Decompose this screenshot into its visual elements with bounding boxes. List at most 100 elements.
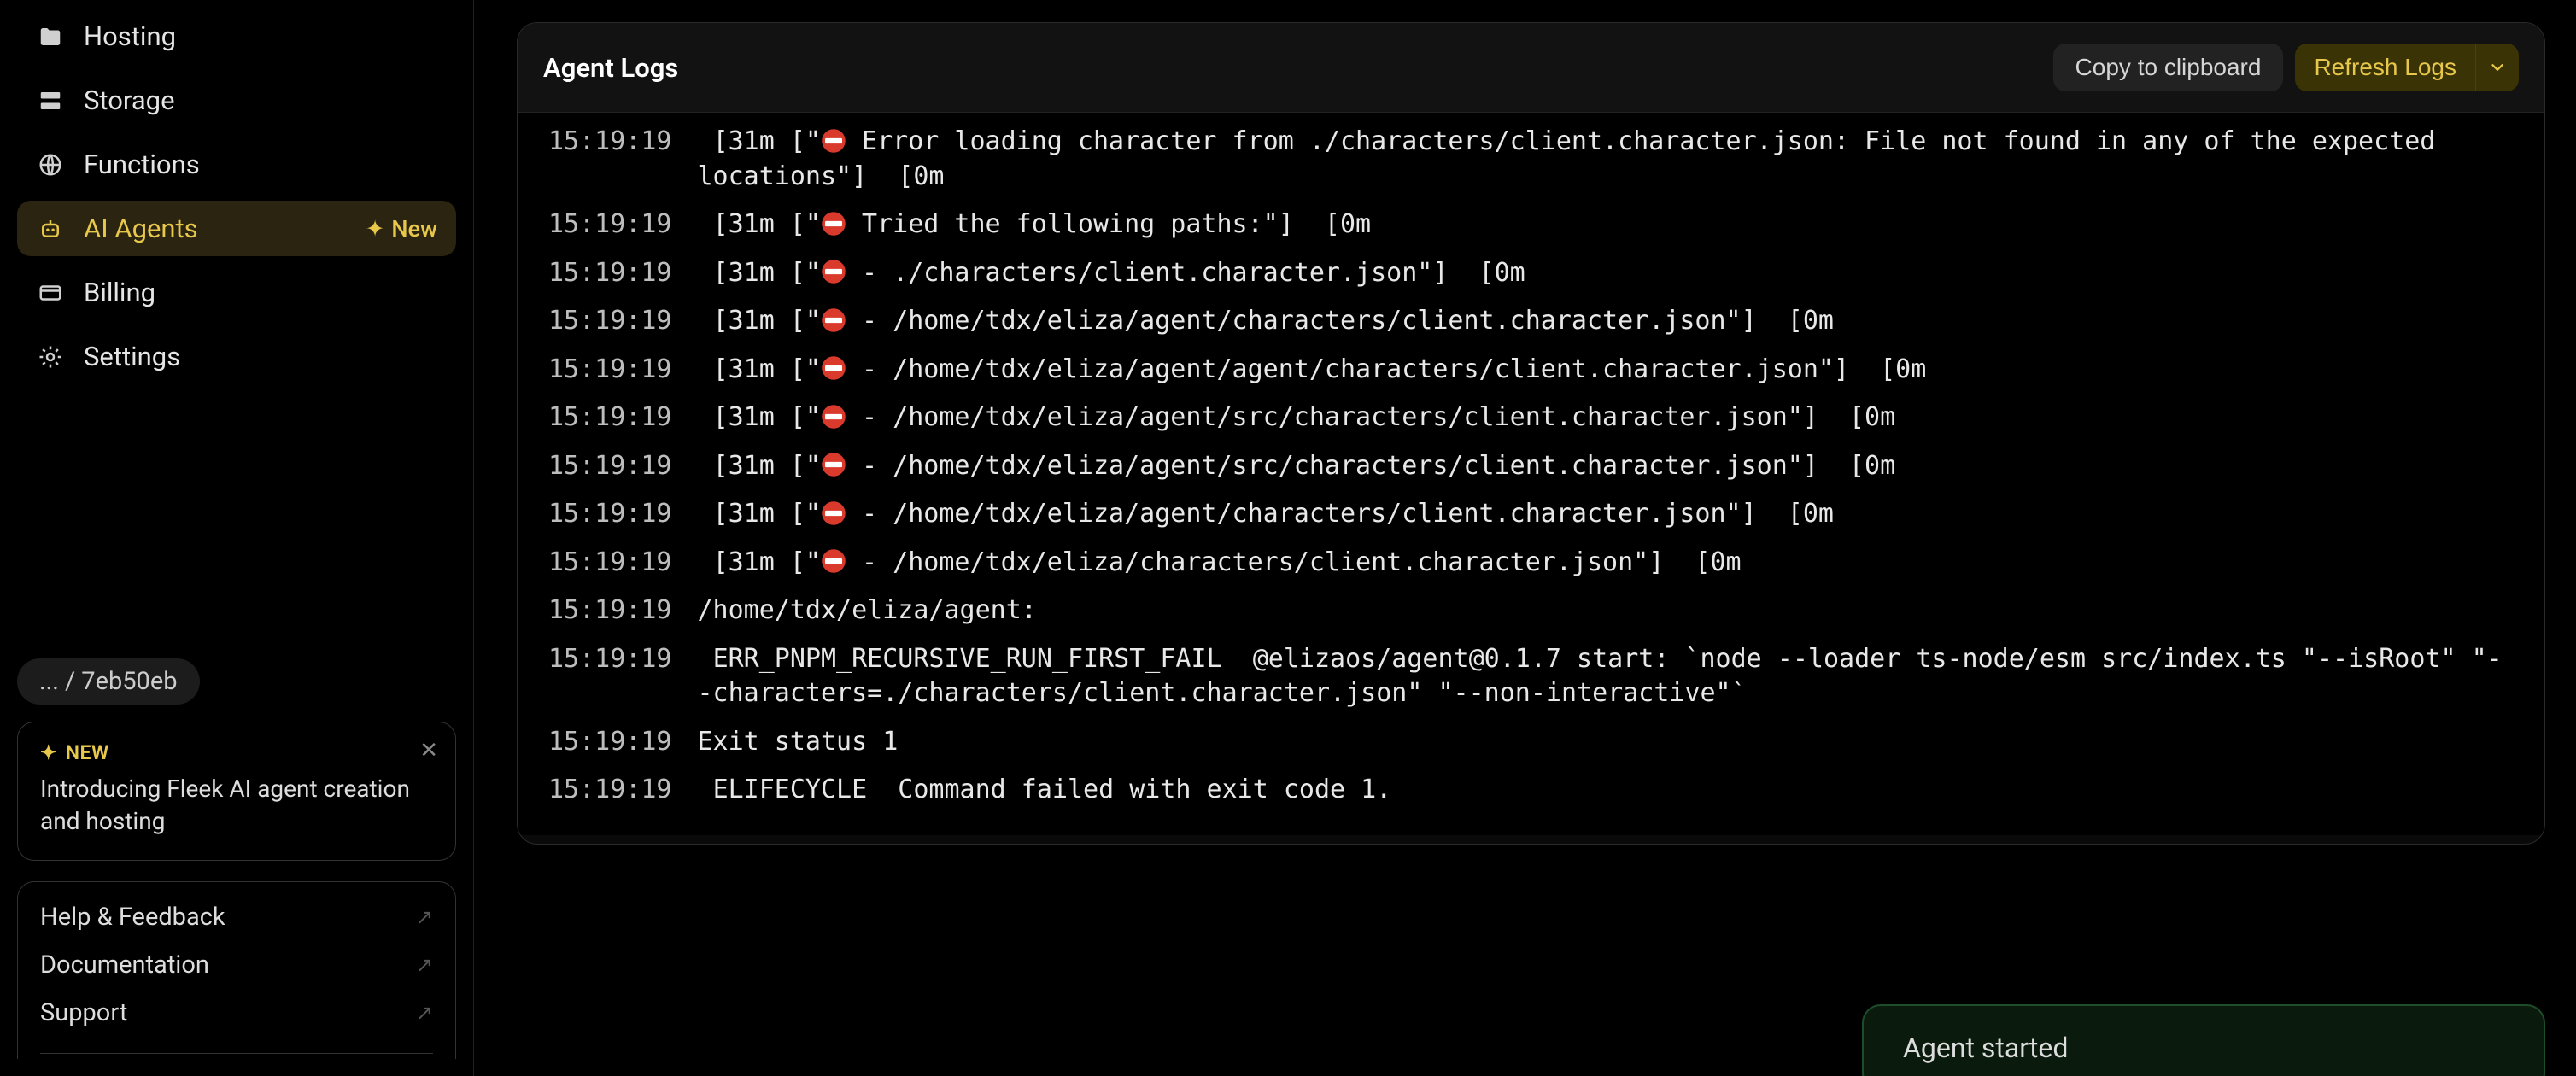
log-message-before: ELIFECYCLE Command failed with exit code… [698, 775, 1392, 804]
log-timestamp: 15:19:19 [548, 725, 672, 760]
sidebar-nav: Hosting Storage Functions AI Agents ✦New Bill… [17, 9, 456, 384]
copy-to-clipboard-button[interactable]: Copy to clipboard [2053, 44, 2284, 91]
log-message-before: [31m [" [698, 306, 822, 336]
refresh-logs-split-button: Refresh Logs [2295, 44, 2519, 91]
log-row: 15:19:19 [31m [" Error loading character… [518, 118, 2544, 201]
log-timestamp: 15:19:19 [548, 208, 672, 243]
log-timestamp: 15:19:19 [548, 497, 672, 532]
footer-link-support[interactable]: Support↗ [40, 998, 433, 1027]
log-timestamp: 15:19:19 [548, 594, 672, 629]
sidebar-item-functions[interactable]: Functions [17, 137, 456, 192]
sparkle-icon: ✦ [40, 741, 57, 764]
log-row: 15:19:19 [31m [" - /home/tdx/eliza/agent… [518, 297, 2544, 346]
promo-badge: ✦ NEW [40, 741, 433, 764]
close-icon[interactable]: ✕ [419, 738, 438, 763]
sidebar-item-ai-agents[interactable]: AI Agents ✦New [17, 201, 456, 256]
external-link-icon: ↗ [416, 905, 433, 929]
log-timestamp: 15:19:19 [548, 642, 672, 677]
sidebar-item-storage[interactable]: Storage [17, 73, 456, 128]
no-entry-icon [821, 355, 846, 381]
sidebar-item-hosting[interactable]: Hosting [17, 9, 456, 64]
agent-logs-panel: Agent Logs Copy to clipboard Refresh Log… [517, 22, 2545, 845]
external-link-icon: ↗ [416, 953, 433, 977]
log-row: 15:19:19 [31m [" - /home/tdx/eliza/agent… [518, 442, 2544, 491]
log-message-before: [31m [" [698, 258, 822, 288]
log-row: 15:19:19 [31m [" - /home/tdx/eliza/agent… [518, 490, 2544, 539]
toast-title: Agent started [1903, 1032, 2504, 1064]
sidebar-item-billing[interactable]: Billing [17, 265, 456, 320]
footer-link-label: Support [40, 998, 127, 1027]
log-message-after: - /home/tdx/eliza/agent/characters/clien… [846, 499, 1834, 529]
log-message-before: Exit status 1 [698, 727, 899, 757]
sidebar-item-label: Storage [84, 85, 175, 116]
panel-title: Agent Logs [543, 52, 678, 84]
footer-link-label: Help & Feedback [40, 903, 225, 932]
divider [40, 1053, 433, 1054]
promo-text: Introducing Fleek AI agent creation and … [40, 773, 433, 838]
log-message-after: - ./characters/client.character.json"] [… [846, 258, 1525, 288]
footer-link-label: Documentation [40, 950, 209, 980]
footer-link-docs[interactable]: Documentation ↗ [40, 950, 433, 980]
no-entry-icon [821, 500, 846, 526]
no-entry-icon [821, 404, 846, 430]
no-entry-icon [821, 452, 846, 477]
log-message-after: - /home/tdx/eliza/agent/src/characters/c… [846, 402, 1895, 432]
badge-text: New [391, 215, 437, 243]
storage-icon [36, 86, 65, 115]
log-row: 15:19:19 ERR_PNPM_RECURSIVE_RUN_FIRST_FA… [518, 635, 2544, 718]
log-message-after: - /home/tdx/eliza/agent/characters/clien… [846, 306, 1834, 336]
sidebar-item-settings[interactable]: Settings [17, 329, 456, 384]
log-row: 15:19:19/home/tdx/eliza/agent: [518, 587, 2544, 635]
log-message-before: ERR_PNPM_RECURSIVE_RUN_FIRST_FAIL @eliza… [698, 644, 2503, 709]
sidebar-item-label: Billing [84, 277, 155, 308]
log-timestamp: 15:19:19 [548, 125, 672, 160]
no-entry-icon [821, 259, 846, 284]
sidebar-item-label: Functions [84, 149, 200, 180]
log-row: 15:19:19 ELIFECYCLE Command failed with … [518, 766, 2544, 815]
folder-icon [36, 22, 65, 51]
no-entry-icon [821, 548, 846, 574]
log-message-after: - /home/tdx/eliza/agent/src/characters/c… [846, 451, 1895, 481]
sidebar-footer: Help & Feedback ↗ Documentation ↗ Support↗ [17, 881, 456, 1059]
log-message-after: - /home/tdx/eliza/characters/client.char… [846, 547, 1742, 577]
breadcrumb[interactable]: ... / 7eb50eb [17, 658, 200, 705]
footer-link-help[interactable]: Help & Feedback ↗ [40, 903, 433, 932]
log-message-before: [31m [" [698, 126, 822, 156]
sidebar: HostingStorageFunctionsAI Agents✦NewBill… [0, 0, 474, 1076]
log-timestamp: 15:19:19 [548, 256, 672, 291]
log-timestamp: 15:19:19 [548, 401, 672, 436]
log-timestamp: 15:19:19 [548, 304, 672, 339]
log-message: [31m [" - /home/tdx/eliza/agent/characte… [698, 497, 1834, 532]
log-row: 15:19:19 [31m [" Tried the following pat… [518, 201, 2544, 249]
log-message-before: [31m [" [698, 402, 822, 432]
log-body: 15:19:19 [31m [" Error loading character… [518, 113, 2544, 835]
log-message-before: [31m [" [698, 354, 822, 384]
log-timestamp: 15:19:19 [548, 353, 672, 388]
main: Agent Logs Copy to clipboard Refresh Log… [474, 0, 2576, 1076]
log-message: [31m [" - ./characters/client.character.… [698, 256, 1525, 291]
no-entry-icon [821, 307, 846, 333]
log-message-before: [31m [" [698, 451, 822, 481]
log-timestamp: 15:19:19 [548, 773, 672, 808]
log-message: [31m [" - /home/tdx/eliza/characters/cli… [698, 546, 1742, 581]
sidebar-item-label: AI Agents [84, 213, 198, 244]
log-message-after: Tried the following paths:"] [0m [846, 209, 1371, 239]
log-message: [31m [" - /home/tdx/eliza/agent/characte… [698, 304, 1834, 339]
log-row: 15:19:19 [31m [" - ./characters/client.c… [518, 249, 2544, 298]
panel-actions: Copy to clipboard Refresh Logs [2053, 44, 2519, 91]
log-row: 15:19:19 [31m [" - /home/tdx/eliza/chara… [518, 539, 2544, 588]
log-message: ERR_PNPM_RECURSIVE_RUN_FIRST_FAIL @eliza… [698, 642, 2515, 711]
sidebar-item-label: Hosting [84, 20, 176, 52]
promo-badge-text: NEW [66, 741, 109, 764]
sparkle-icon: ✦ [366, 215, 385, 243]
log-message-after: Error loading character from ./character… [698, 126, 2451, 191]
log-message-before: /home/tdx/eliza/agent: [698, 595, 1052, 625]
log-row: 15:19:19 [31m [" - /home/tdx/eliza/agent… [518, 346, 2544, 395]
log-message: /home/tdx/eliza/agent: [698, 594, 1052, 629]
log-message: ELIFECYCLE Command failed with exit code… [698, 773, 1392, 808]
chevron-down-icon [2488, 58, 2507, 77]
refresh-logs-dropdown[interactable] [2475, 44, 2519, 91]
refresh-logs-button[interactable]: Refresh Logs [2295, 44, 2475, 91]
panel-header: Agent Logs Copy to clipboard Refresh Log… [518, 23, 2544, 113]
log-message: [31m [" Tried the following paths:"] [0m [698, 208, 1372, 243]
